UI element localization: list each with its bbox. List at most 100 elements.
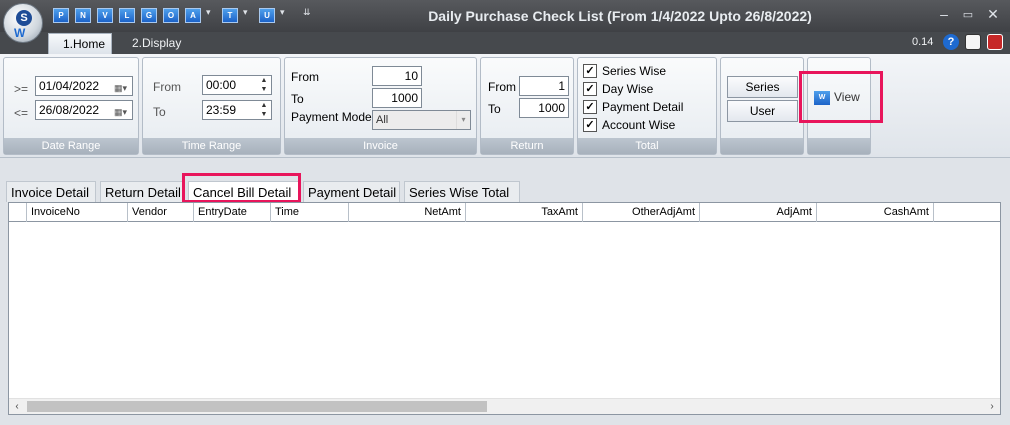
time-to-spinner-icon[interactable]: ▲ ▼: [258, 101, 270, 119]
calendar-icon[interactable]: ▦▾: [114, 79, 130, 93]
quick-access-u-dropdown-icon[interactable]: ▾: [280, 7, 285, 18]
time-to-value: 23:59: [206, 103, 237, 117]
return-group: From To 1 1000 Return: [480, 57, 574, 155]
payment-mode-select[interactable]: All ▾: [372, 110, 471, 130]
help-icon[interactable]: ?: [943, 34, 959, 50]
series-wise-label: Series Wise: [602, 64, 667, 78]
column-invoiceno[interactable]: InvoiceNo: [27, 203, 128, 222]
invoice-to-input[interactable]: 1000: [372, 88, 422, 108]
payment-detail-checkbox[interactable]: ✓: [583, 100, 597, 114]
column-cashamt[interactable]: CashAmt: [817, 203, 934, 222]
date-from-picker[interactable]: 01/04/2022 ▦▾: [35, 76, 133, 96]
tab-series-wise-total[interactable]: Series Wise Total: [404, 181, 520, 202]
user-button[interactable]: User: [727, 100, 798, 122]
column-netamt[interactable]: NetAmt: [349, 203, 466, 222]
invoice-from-label: From: [291, 70, 319, 84]
quick-access-a-icon[interactable]: A: [185, 8, 201, 23]
total-caption: Total: [578, 138, 716, 154]
tab-home[interactable]: 1.Home: [48, 33, 112, 54]
column-time[interactable]: Time: [271, 203, 349, 222]
column-taxamt[interactable]: TaxAmt: [466, 203, 583, 222]
logo-w-icon: W: [14, 26, 26, 40]
view-icon: W: [814, 90, 830, 105]
invoice-to-label: To: [291, 92, 304, 106]
time-from-label: From: [153, 80, 181, 94]
quick-access-a-dropdown-icon[interactable]: ▾: [206, 7, 211, 18]
horizontal-scrollbar[interactable]: ‹ ›: [9, 398, 1000, 414]
quick-access-n-icon[interactable]: N: [75, 8, 91, 23]
return-to-label: To: [488, 102, 501, 116]
quick-access-p-icon[interactable]: P: [53, 8, 69, 23]
series-button[interactable]: Series: [727, 76, 798, 98]
time-to-input[interactable]: 23:59 ▲ ▼: [202, 100, 272, 120]
date-from-op: >=: [14, 82, 29, 96]
date-from-value: 01/04/2022: [39, 79, 100, 93]
cancel-bill-highlight: [182, 173, 301, 203]
payment-detail-label: Payment Detail: [602, 100, 684, 114]
time-from-value: 00:00: [206, 78, 237, 92]
row-selector-header: [9, 203, 27, 222]
date-to-op: <=: [14, 106, 29, 120]
date-to-picker[interactable]: 26/08/2022 ▦▾: [35, 100, 133, 120]
quick-access-t-dropdown-icon[interactable]: ▾: [243, 7, 248, 18]
column-adjamt[interactable]: AdjAmt: [700, 203, 817, 222]
column-otheradjamt[interactable]: OtherAdjAmt: [583, 203, 700, 222]
invoice-from-input[interactable]: 10: [372, 66, 422, 86]
quick-access-t-icon[interactable]: T: [222, 8, 238, 23]
return-to-input[interactable]: 1000: [519, 98, 569, 118]
quick-access-u-icon[interactable]: U: [259, 8, 275, 23]
app-logo[interactable]: SW: [3, 3, 43, 43]
payment-mode-label: Payment Mode: [291, 110, 372, 124]
scrollbar-thumb[interactable]: [27, 401, 487, 412]
tab-display[interactable]: 2.Display: [118, 33, 195, 54]
time-from-input[interactable]: 00:00 ▲ ▼: [202, 75, 272, 95]
time-from-spinner-icon[interactable]: ▲ ▼: [258, 76, 270, 94]
minimize-icon[interactable]: –: [934, 6, 954, 22]
tab-invoice-detail[interactable]: Invoice Detail: [6, 181, 96, 202]
account-wise-label: Account Wise: [602, 118, 676, 132]
time-range-group: From To 00:00 ▲ ▼ 23:59 ▲ ▼ Time Range: [142, 57, 281, 155]
quick-access-l-icon[interactable]: L: [119, 8, 135, 23]
series-user-group: Series User: [720, 57, 804, 155]
time-range-caption: Time Range: [143, 138, 280, 154]
series-user-caption: [721, 138, 803, 154]
account-wise-checkbox[interactable]: ✓: [583, 118, 597, 132]
view-button[interactable]: W View: [814, 90, 860, 105]
quick-access-v-icon[interactable]: V: [97, 8, 113, 23]
date-to-value: 26/08/2022: [39, 103, 100, 117]
column-entrydate[interactable]: EntryDate: [194, 203, 271, 222]
close-icon[interactable]: ✕: [983, 6, 1003, 23]
day-wise-label: Day Wise: [602, 82, 654, 96]
invoice-group: From To Payment Mode 10 1000 All ▾ Invoic…: [284, 57, 477, 155]
logo-s-icon: S: [16, 10, 32, 26]
date-range-caption: Date Range: [4, 138, 138, 154]
date-range-group: >= <= 01/04/2022 ▦▾ 26/08/2022 ▦▾ Date Ran…: [3, 57, 139, 155]
day-wise-checkbox[interactable]: ✓: [583, 82, 597, 96]
document-icon[interactable]: [965, 34, 981, 50]
return-caption: Return: [481, 138, 573, 154]
time-to-label: To: [153, 105, 166, 119]
calendar-icon[interactable]: ▦▾: [114, 103, 130, 117]
tab-payment-detail[interactable]: Payment Detail: [303, 181, 400, 202]
pdf-icon[interactable]: [987, 34, 1003, 50]
tab-return-detail[interactable]: Return Detail: [100, 181, 184, 202]
column-vendor[interactable]: Vendor: [128, 203, 194, 222]
quick-access-o-icon[interactable]: O: [163, 8, 179, 23]
total-group: ✓ Series Wise ✓ Day Wise ✓ Payment Detai…: [577, 57, 717, 155]
maximize-icon[interactable]: ▭: [958, 8, 978, 21]
view-caption: [808, 138, 870, 154]
scroll-right-icon[interactable]: ›: [984, 399, 1000, 415]
zoom-value: 0.14: [912, 36, 934, 48]
view-label: View: [834, 90, 860, 104]
quick-access-g-icon[interactable]: G: [141, 8, 157, 23]
return-from-input[interactable]: 1: [519, 76, 569, 96]
customize-toolbar-icon[interactable]: ⇊: [303, 7, 311, 18]
window-title: Daily Purchase Check List (From 1/4/2022…: [428, 8, 812, 24]
invoice-caption: Invoice: [285, 138, 476, 154]
series-wise-checkbox[interactable]: ✓: [583, 64, 597, 78]
payment-mode-value: All: [376, 114, 389, 126]
return-from-label: From: [488, 80, 516, 94]
scroll-left-icon[interactable]: ‹: [9, 399, 25, 415]
chevron-down-icon[interactable]: ▾: [456, 111, 470, 129]
data-grid[interactable]: InvoiceNo Vendor EntryDate Time NetAmt T…: [8, 202, 1001, 415]
